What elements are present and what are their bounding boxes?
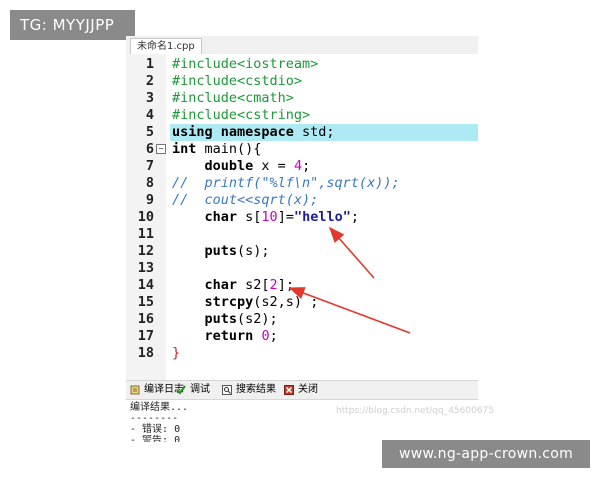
code-line[interactable]: 7 double x = 4; [126, 158, 478, 175]
code-line[interactable]: 11 [126, 226, 478, 243]
code-line[interactable]: 13 [126, 260, 478, 277]
tab-close[interactable]: 关闭 [282, 383, 318, 397]
line-number: 16 [137, 311, 154, 327]
code-text: #include<cstring> [172, 107, 311, 123]
output-line: - 错误: 0 [130, 424, 181, 435]
line-number: 13 [137, 260, 154, 276]
tab-debug-label: 调试 [190, 384, 210, 395]
search-results-icon [222, 385, 232, 395]
line-number: 10 [137, 209, 154, 225]
code-text: using namespace std; [170, 124, 478, 141]
code-text: puts(s2); [204, 311, 278, 327]
code-line[interactable]: 6− int main(){ [126, 141, 478, 158]
code-text: } [172, 345, 181, 361]
line-number: 4 [145, 107, 154, 123]
code-text: int main(){ [172, 141, 262, 157]
line-number: 18 [137, 345, 154, 361]
close-icon [284, 385, 294, 395]
code-text: char s2[2]; [204, 277, 294, 293]
line-number: 15 [137, 294, 154, 310]
faint-watermark-url: https://blog.csdn.net/qq_45600675 [336, 406, 495, 416]
code-line[interactable]: 15 strcpy(s2,s) ; [126, 294, 478, 311]
code-line[interactable]: 5 using namespace std; [126, 124, 478, 141]
tab-search-results[interactable]: 搜索结果 [220, 383, 276, 397]
line-number: 12 [137, 243, 154, 259]
output-line: - 警告: 0 [130, 435, 181, 442]
code-text: strcpy(s2,s) ; [204, 294, 319, 310]
code-text: #include<cmath> [172, 90, 294, 106]
tab-close-label: 关闭 [298, 384, 318, 395]
checkmark-icon [176, 385, 186, 395]
line-number: 11 [137, 226, 154, 242]
code-line[interactable]: 18} [126, 345, 478, 362]
output-line: -------- [130, 413, 179, 424]
line-number: 9 [145, 192, 154, 208]
code-text: double x = 4; [204, 158, 311, 174]
line-number: 17 [137, 328, 154, 344]
bottom-panel-tabs: 编译日志 调试 搜索结果 关闭 [126, 380, 478, 400]
line-number: 8 [145, 175, 154, 191]
compile-log-icon [130, 385, 140, 395]
code-text: #include<iostream> [172, 56, 319, 72]
code-text: // printf("%lf\n",sqrt(x)); [172, 175, 400, 191]
line-number: 5 [145, 124, 154, 140]
code-text: // cout<<sqrt(x); [172, 192, 319, 208]
code-editor[interactable]: 1 #include<iostream> 2 #include<cstdio> 3 #in… [126, 54, 478, 402]
line-number: 7 [145, 158, 154, 174]
ide-window: 未命名1.cpp 1 #include<iostream> 2 #include<cs… [126, 36, 494, 442]
code-line[interactable]: 14 char s2[2]; [126, 277, 478, 294]
code-text: puts(s); [204, 243, 270, 259]
code-line[interactable]: 16 puts(s2); [126, 311, 478, 328]
line-number: 3 [145, 90, 154, 106]
editor-tab-bar: 未命名1.cpp [126, 36, 478, 55]
fold-end-icon [156, 348, 164, 356]
code-text: #include<cstdio> [172, 73, 303, 89]
code-text: return 0; [204, 328, 278, 344]
line-number: 2 [145, 73, 154, 89]
code-line[interactable]: 8 // printf("%lf\n",sqrt(x)); [126, 175, 478, 192]
line-number: 1 [145, 56, 154, 72]
line-number: 6 [145, 141, 154, 157]
code-line[interactable]: 4 #include<cstring> [126, 107, 478, 124]
tab-debug[interactable]: 调试 [174, 383, 210, 397]
code-line[interactable]: 17 return 0; [126, 328, 478, 345]
tab-search-results-label: 搜索结果 [236, 384, 276, 395]
watermark-bottom-right: www.ng-app-crown.com [382, 440, 590, 468]
line-number: 14 [137, 277, 154, 293]
code-line[interactable]: 12 puts(s); [126, 243, 478, 260]
output-line: 编译结果... [130, 402, 189, 413]
compile-output: 编译结果... -------- - 错误: 0 - 警告: 0 https:/… [126, 400, 494, 442]
code-line[interactable]: 9 // cout<<sqrt(x); [126, 192, 478, 209]
code-text: char s[10]="hello"; [204, 209, 359, 225]
code-line[interactable]: 3 #include<cmath> [126, 90, 478, 107]
code-line[interactable]: 10 char s[10]="hello"; [126, 209, 478, 226]
fold-toggle-icon[interactable]: − [156, 144, 166, 154]
code-line[interactable]: 1 #include<iostream> [126, 56, 478, 73]
watermark-top-left: TG: MYYJJPP [10, 10, 135, 40]
code-line[interactable]: 2 #include<cstdio> [126, 73, 478, 90]
file-tab[interactable]: 未命名1.cpp [130, 38, 202, 54]
